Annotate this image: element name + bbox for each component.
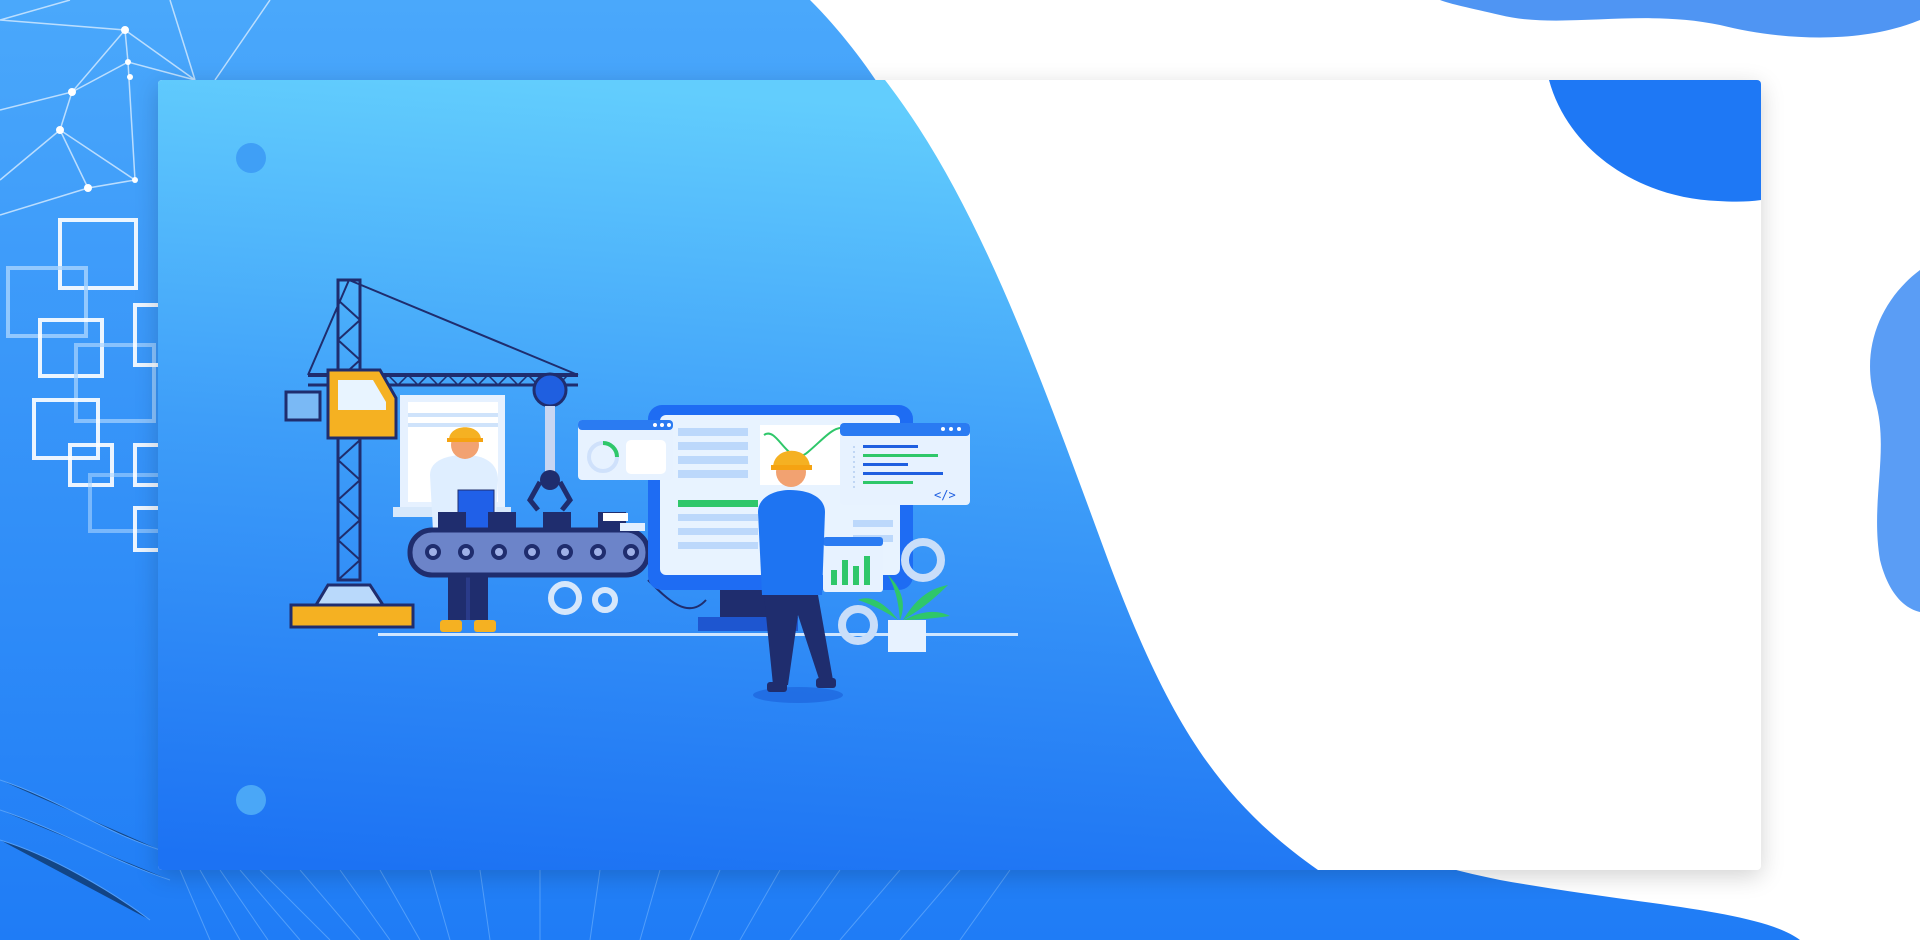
banner-card: </>: [158, 80, 1761, 870]
banner-artwork: </>: [158, 80, 1761, 870]
dashboard-widget-panel: [578, 420, 673, 480]
decorative-dot-top: [236, 143, 266, 173]
bar-chart-panel: [823, 537, 883, 592]
code-tag-label: </>: [934, 488, 956, 502]
decorative-dot-bottom: [236, 785, 266, 815]
code-panel: </>: [840, 423, 970, 505]
card-corner-blob: [1549, 80, 1761, 202]
background-blob-right: [1870, 270, 1920, 612]
background-blob-top-right: [1440, 0, 1920, 38]
